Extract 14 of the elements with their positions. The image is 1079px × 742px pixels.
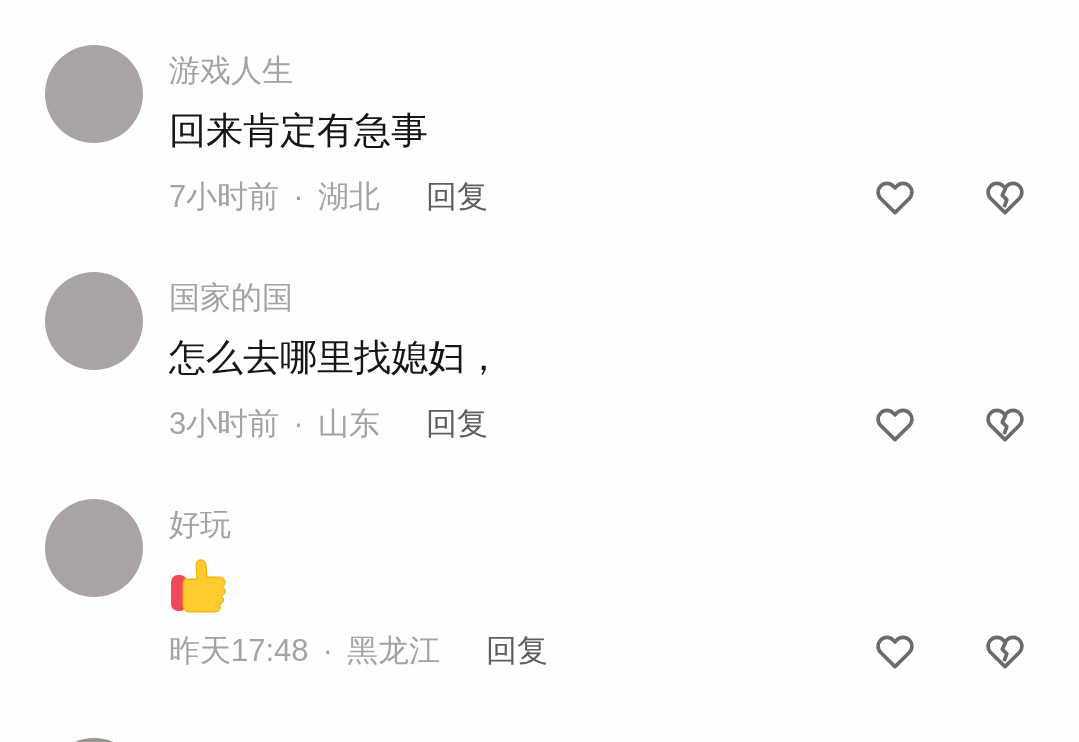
- comment-location: 山东: [317, 404, 380, 443]
- reply-button[interactable]: 回复: [485, 627, 548, 675]
- separator-dot: ·: [293, 177, 304, 216]
- comment-text: 怎么去哪里找媳妇，: [169, 336, 502, 380]
- comment-text: 回来肯定有急事: [169, 109, 428, 153]
- reply-button[interactable]: 回复: [425, 173, 488, 221]
- comment-time: 3小时前: [169, 404, 280, 443]
- comment-location: 湖北: [317, 177, 380, 216]
- comment-time: 昨天17:48: [169, 631, 309, 670]
- separator-dot: ·: [322, 631, 333, 670]
- comment-time: 7小时前: [169, 177, 280, 216]
- comment-location: 黑龙江: [346, 631, 440, 670]
- separator-dot: ·: [293, 404, 304, 443]
- reply-button[interactable]: 回复: [425, 400, 488, 448]
